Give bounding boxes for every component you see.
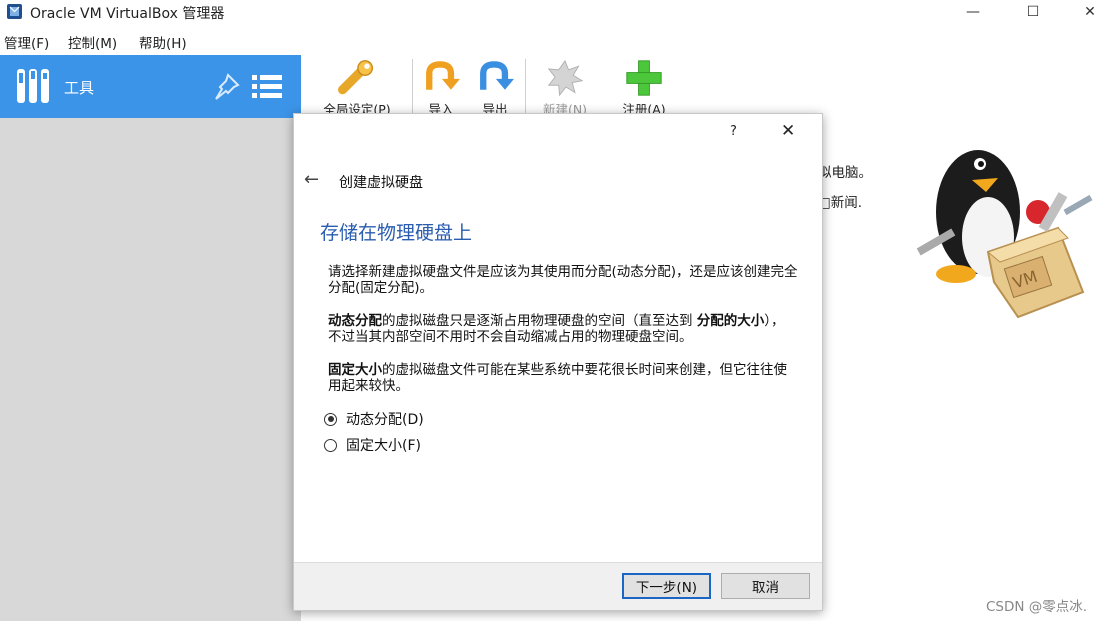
radio-fixed[interactable]: 固定大小(F) <box>324 435 421 455</box>
dynamic-description-paragraph: 动态分配的虚拟磁盘只是逐渐占用物理硬盘的空间（直至达到 分配的大小），不过当其内… <box>328 313 785 345</box>
tools-label: 工具 <box>64 79 95 97</box>
fixed-description-paragraph: 固定大小的虚拟磁盘文件可能在某些系统中要花很长时间来创建，但它往往使用起来较快。 <box>328 362 787 394</box>
maximize-button[interactable]: ☐ <box>1010 0 1056 24</box>
list-menu-icon[interactable] <box>250 71 284 103</box>
fixed-term: 固定大小 <box>328 362 382 378</box>
menu-manage[interactable]: 管理(F) <box>4 32 49 52</box>
dynamic-term: 动态分配 <box>328 313 382 329</box>
menu-control[interactable]: 控制(M) <box>68 32 117 52</box>
next-button[interactable]: 下一步(N) <box>622 573 711 599</box>
import-arrow-icon <box>426 61 460 90</box>
title-bar: Oracle VM VirtualBox 管理器 — ☐ ✕ <box>0 0 1113 26</box>
penguin-toolbox-illustration: VM <box>916 150 1093 319</box>
export-button[interactable]: 导出 <box>473 55 517 118</box>
radio-dynamic[interactable]: 动态分配(D) <box>324 409 424 429</box>
back-arrow-icon[interactable]: ← <box>304 169 319 190</box>
radio-label: 固定大小(F) <box>346 438 421 454</box>
dialog-close-button[interactable]: ✕ <box>781 121 795 141</box>
main-toolbar: 全局设定(P) 导入 导出 新建(N) 注册(A) <box>301 55 1113 118</box>
menu-help[interactable]: 帮助(H) <box>139 32 187 52</box>
create-virtual-disk-dialog: ? ✕ ← 创建虚拟硬盘 存储在物理硬盘上 请选择新建虚拟硬盘文件是应该为其使用… <box>293 113 823 611</box>
tools-icon <box>17 69 49 103</box>
tools-item[interactable]: 工具 <box>0 55 301 118</box>
register-button[interactable]: 注册(A) <box>614 55 674 118</box>
description-paragraph: 请选择新建虚拟硬盘文件是应该为其使用而分配(动态分配)，还是应该创建完全分配(固… <box>328 264 798 296</box>
cancel-button[interactable]: 取消 <box>721 573 810 599</box>
new-machine-icon <box>547 59 584 97</box>
global-settings-button[interactable]: 全局设定(P) <box>309 55 405 118</box>
watermark-text: CSDN @零点冰. <box>986 599 1088 615</box>
welcome-text-line2: □新闻. <box>818 195 863 211</box>
new-machine-button[interactable]: 新建(N) <box>535 55 595 118</box>
help-button[interactable]: ? <box>730 124 737 139</box>
minimize-button[interactable]: — <box>950 0 996 24</box>
dialog-title: 创建虚拟硬盘 <box>339 175 423 191</box>
wrench-icon <box>338 60 374 95</box>
window-title: Oracle VM VirtualBox 管理器 <box>30 6 225 22</box>
toolbar-separator <box>412 59 413 115</box>
radio-button[interactable] <box>324 438 337 452</box>
dialog-footer: 下一步(N) 取消 <box>294 562 822 610</box>
page-heading: 存储在物理硬盘上 <box>320 222 473 244</box>
close-window-button[interactable]: ✕ <box>1067 0 1113 24</box>
radio-button[interactable] <box>324 412 337 426</box>
radio-label: 动态分配(D) <box>346 412 424 428</box>
export-arrow-icon <box>480 61 514 90</box>
toolbar-separator <box>525 59 526 115</box>
machine-list-panel: 工具 <box>0 55 301 621</box>
welcome-text-line1: 拟电脑。 <box>818 165 872 181</box>
import-button[interactable]: 导入 <box>419 55 463 118</box>
virtualbox-logo-icon <box>7 4 22 19</box>
add-plus-icon <box>626 60 662 96</box>
pin-icon[interactable] <box>210 71 242 103</box>
allocated-size-term: 分配的大小 <box>696 313 765 329</box>
